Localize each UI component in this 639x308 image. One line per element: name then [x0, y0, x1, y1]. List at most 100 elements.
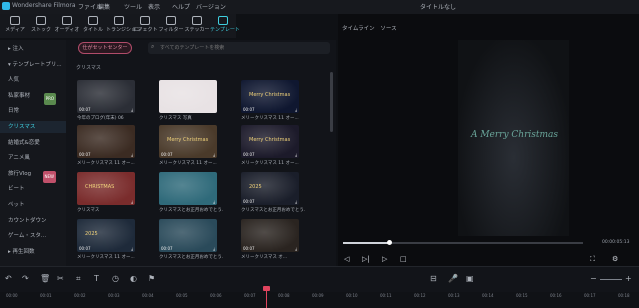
template-card[interactable]: Merry Christmas 00:07 ⤓: [159, 125, 217, 158]
toolbar-label: オーディオ: [54, 27, 80, 33]
sidebar-item[interactable]: 結婚式&恋愛: [0, 137, 66, 149]
snap-icon[interactable]: ⊟: [430, 274, 437, 283]
template-card[interactable]: ⤓: [159, 172, 217, 205]
sidebar-item[interactable]: カウントダウン: [0, 215, 66, 227]
sidebar-item-label: 日常: [8, 108, 20, 115]
split-icon[interactable]: ✂: [57, 274, 64, 283]
playhead-handle[interactable]: [263, 286, 270, 291]
playback-knob[interactable]: [386, 240, 392, 245]
ruler-tick-label: 00:02: [74, 293, 86, 298]
color-icon[interactable]: ◐: [130, 274, 137, 283]
menu-help[interactable]: ヘルプ: [172, 2, 190, 11]
tab-source[interactable]: ソース: [380, 26, 396, 32]
marker-icon[interactable]: ⚑: [148, 274, 155, 283]
download-icon[interactable]: ⤓: [131, 107, 133, 112]
toolbar-filter-button[interactable]: フィルター: [158, 16, 184, 36]
sidebar-item[interactable]: ▸ 注入: [0, 43, 66, 55]
sidebar-item[interactable]: ▾ テンプレートプリ...: [0, 59, 66, 71]
download-icon[interactable]: ⤓: [213, 107, 215, 112]
asset-center-button[interactable]: 仕がセットセンター: [78, 42, 132, 54]
template-duration: 00:07: [161, 246, 173, 251]
template-card[interactable]: ⤓: [159, 80, 217, 113]
stop-icon[interactable]: □: [400, 255, 407, 263]
download-icon[interactable]: ⤓: [213, 199, 215, 204]
menu-tools[interactable]: ツール: [124, 2, 142, 11]
prev-frame-icon[interactable]: ◁: [344, 255, 349, 263]
template-card[interactable]: CHRISTMAS ⤓: [77, 172, 135, 205]
template-duration: 00:07: [243, 199, 255, 204]
settings-icon[interactable]: ⚙: [612, 255, 618, 263]
download-icon[interactable]: ⤓: [131, 152, 133, 157]
redo-icon[interactable]: ↷: [22, 274, 29, 283]
download-icon[interactable]: ⤓: [295, 246, 297, 251]
play-icon[interactable]: ▷: [382, 255, 387, 263]
sidebar-item[interactable]: ペット: [0, 199, 66, 211]
sidebar-item[interactable]: ビート: [0, 183, 66, 195]
template-card[interactable]: Merry Christmas 00:07 ⤓: [241, 80, 299, 113]
effect-icon: [140, 16, 150, 25]
sidebar-item[interactable]: 私家事材 PRO: [0, 90, 66, 105]
download-icon[interactable]: ⤓: [131, 199, 133, 204]
toolbar-sticker-button[interactable]: ステッカー: [184, 16, 210, 36]
template-card[interactable]: 00:07 ⤓: [159, 219, 217, 252]
sidebar-item[interactable]: ゲーム・スタ...: [0, 230, 66, 242]
download-icon[interactable]: ⤓: [213, 152, 215, 157]
playhead[interactable]: [266, 288, 267, 308]
toolbar-transition-button[interactable]: トランジション: [106, 16, 141, 36]
sidebar-item[interactable]: 旅行Vlog NEW: [0, 168, 66, 183]
template-card-label: クリスマスとお正月おめでとう...: [241, 208, 305, 213]
template-thumbnail: [159, 80, 217, 113]
sidebar-item[interactable]: ▸ 再生回数: [0, 246, 66, 258]
download-icon[interactable]: ⤓: [131, 246, 133, 251]
tab-timeline[interactable]: タイムライン: [342, 26, 375, 32]
download-icon[interactable]: ⤓: [295, 107, 297, 112]
undo-icon[interactable]: ↶: [5, 274, 12, 283]
fullscreen-icon[interactable]: ⛶: [590, 255, 595, 264]
toolbar-stock-button[interactable]: ストック: [28, 16, 54, 36]
ruler-tick-label: 00:06: [210, 293, 222, 298]
template-card[interactable]: 00:07 ⤓: [77, 80, 135, 113]
sidebar-item[interactable]: アニメ風: [0, 152, 66, 164]
toolbar-title-button[interactable]: タイトル: [80, 16, 106, 36]
template-duration: 00:07: [79, 246, 91, 251]
preview-tabs: タイムライン ソース: [342, 24, 397, 32]
render-icon[interactable]: ▣: [466, 274, 474, 283]
scrollbar[interactable]: [330, 72, 333, 132]
download-icon[interactable]: ⤓: [213, 246, 215, 251]
menu-view[interactable]: 表示: [148, 2, 160, 11]
thumbnail-caption: 2025: [85, 231, 98, 237]
transition-icon: [114, 16, 124, 25]
sidebar-item-label: クリスマス: [8, 124, 36, 130]
toolbar-effect-button[interactable]: エフェクト: [132, 16, 158, 36]
search-input[interactable]: ⌕ すべてのテンプレートを検索: [148, 42, 330, 54]
template-card[interactable]: Merry Christmas 00:07 ⤓: [241, 125, 299, 158]
sidebar-item[interactable]: 日常: [0, 105, 66, 117]
speed-icon[interactable]: ◷: [112, 274, 119, 283]
template-card[interactable]: 00:07 ⤓: [241, 219, 299, 252]
download-icon[interactable]: ⤓: [295, 199, 297, 204]
template-card[interactable]: 2025 00:07 ⤓: [241, 172, 299, 205]
toolbar-template-button[interactable]: テンプレート: [210, 16, 240, 36]
toolbar-audio-button[interactable]: オーディオ: [54, 16, 80, 36]
mic-icon[interactable]: 🎤: [448, 274, 458, 283]
delete-icon[interactable]: 🗑: [40, 274, 50, 283]
zoom-out-icon[interactable]: −: [590, 274, 597, 283]
step-back-icon[interactable]: ▷|: [362, 255, 370, 263]
sidebar-item[interactable]: クリスマス: [0, 121, 66, 133]
ruler-tick-label: 00:07: [244, 293, 256, 298]
template-card[interactable]: 2025 00:07 ⤓: [77, 219, 135, 252]
media-icon: [10, 16, 20, 25]
zoom-slider[interactable]: [600, 279, 622, 280]
menu-edit[interactable]: 編集: [98, 2, 110, 11]
template-card-label: 今年のプログ(年末) 06: [77, 116, 124, 121]
ruler-tick-label: 00:15: [516, 293, 528, 298]
sidebar-item-label: 私家事材: [8, 92, 31, 99]
template-card[interactable]: 00:07 ⤓: [77, 125, 135, 158]
toolbar-media-button[interactable]: メディア: [2, 16, 28, 36]
crop-icon[interactable]: ⌗: [76, 274, 81, 284]
text-icon[interactable]: T: [94, 274, 99, 283]
menu-version[interactable]: バージョン: [196, 2, 226, 11]
sidebar-item[interactable]: 人気: [0, 74, 66, 86]
zoom-in-icon[interactable]: +: [625, 274, 632, 283]
download-icon[interactable]: ⤓: [295, 152, 297, 157]
